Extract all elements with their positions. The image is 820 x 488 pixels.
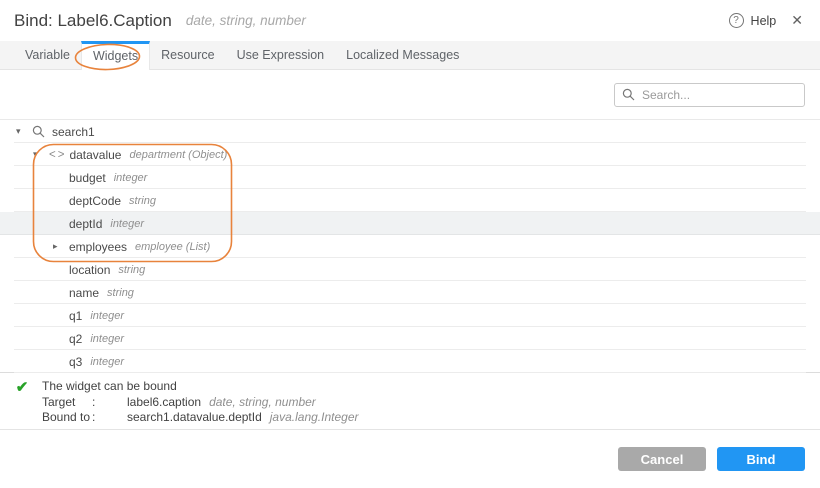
tree-node-label: budget (69, 171, 106, 185)
chevron-down-icon[interactable]: ▾ (16, 126, 32, 137)
close-icon[interactable]: ✕ (789, 10, 805, 31)
status-row-label: Bound to (42, 410, 92, 426)
search-box (614, 83, 805, 107)
status-row-label: Target (42, 395, 92, 411)
tab-localized-messages[interactable]: Localized Messages (335, 41, 470, 69)
cancel-button[interactable]: Cancel (618, 447, 706, 471)
status-message: The widget can be bound (42, 379, 359, 395)
tree-node-label: name (69, 286, 99, 300)
tree-node-label: deptCode (69, 194, 121, 208)
chevron-down-icon[interactable]: ▾ (33, 149, 49, 160)
tree-node-type: integer (114, 172, 148, 184)
tree-node-label: q2 (69, 332, 82, 346)
tab-use-expression[interactable]: Use Expression (226, 41, 336, 69)
status-row-separator: : (92, 395, 127, 411)
bind-button[interactable]: Bind (717, 447, 805, 471)
tree-node-type: integer (90, 356, 124, 368)
tree-row-employees[interactable]: ▸employees employee (List) (0, 235, 820, 258)
search-input[interactable] (614, 83, 805, 107)
dialog-footer: Cancel Bind (0, 430, 820, 488)
tree-node-type: integer (110, 218, 144, 230)
tree-node-label: datavalue (69, 148, 121, 162)
tree-row-datavalue[interactable]: ▾<>datavalue department (Object) (0, 143, 820, 166)
widget-tree: ▾search1▾<>datavaluedepartment (Object)b… (0, 120, 820, 373)
tree-node-type: integer (90, 310, 124, 322)
help-icon[interactable]: ? (729, 13, 744, 28)
search-icon (32, 125, 45, 138)
tree-node-type: integer (90, 333, 124, 345)
search-section (0, 70, 820, 120)
tree-node-type: employee (List) (135, 241, 210, 253)
tree-node-type: string (107, 287, 134, 299)
tree-row-q2[interactable]: q2 integer (0, 327, 820, 350)
status-lines: The widget can be bound Target:label6.ca… (42, 379, 359, 429)
tree-node-label: employees (69, 240, 127, 254)
tree-row-deptCode[interactable]: deptCode string (0, 189, 820, 212)
tree-row-q3[interactable]: q3 integer (0, 350, 820, 373)
chevron-right-icon[interactable]: ▸ (53, 241, 69, 252)
dialog-title: Bind: Label6.Caption (14, 11, 172, 31)
tree-row-search1[interactable]: ▾ search1 (0, 120, 820, 143)
dialog-header: Bind: Label6.Caption date, string, numbe… (0, 0, 820, 41)
status-row-separator: : (92, 410, 127, 426)
tree-row-location[interactable]: location string (0, 258, 820, 281)
check-icon: ✔ (10, 379, 34, 429)
tree-node-type: string (129, 195, 156, 207)
dialog-title-type-hint: date, string, number (186, 13, 306, 28)
tree-row-name[interactable]: name string (0, 281, 820, 304)
tree-node-label: q1 (69, 309, 82, 323)
status-row-target: Target:label6.caption date, string, numbe… (42, 395, 359, 411)
tab-resource[interactable]: Resource (150, 41, 226, 69)
status-row-bound-to: Bound to:search1.datavalue.deptId java.la… (42, 410, 359, 426)
tree-row-deptId[interactable]: deptId integer (0, 212, 820, 235)
status-row-type-hint: date, string, number (209, 395, 316, 409)
tree-node-type: string (118, 264, 145, 276)
tree-node-label: deptId (69, 217, 102, 231)
tree-row-q1[interactable]: q1 integer (0, 304, 820, 327)
tab-variable[interactable]: Variable (14, 41, 81, 69)
help-button[interactable]: Help (751, 14, 777, 28)
tree-node-label: q3 (69, 355, 82, 369)
tab-bar: VariableWidgetsResourceUse ExpressionLoc… (0, 41, 820, 70)
tree-node-label: search1 (52, 125, 95, 139)
bind-status: ✔ The widget can be bound Target:label6.… (0, 373, 820, 430)
tab-widgets[interactable]: Widgets (81, 41, 150, 70)
tree-node-label: location (69, 263, 110, 277)
code-icon: <> (49, 149, 66, 161)
tree-row-budget[interactable]: budget integer (0, 166, 820, 189)
header-actions: ? Help ✕ (729, 10, 805, 31)
tree-node-type: department (Object) (129, 149, 227, 161)
status-row-value: search1.datavalue.deptId (127, 410, 262, 424)
status-row-type-hint: java.lang.Integer (270, 410, 359, 424)
status-row-value: label6.caption (127, 395, 201, 409)
